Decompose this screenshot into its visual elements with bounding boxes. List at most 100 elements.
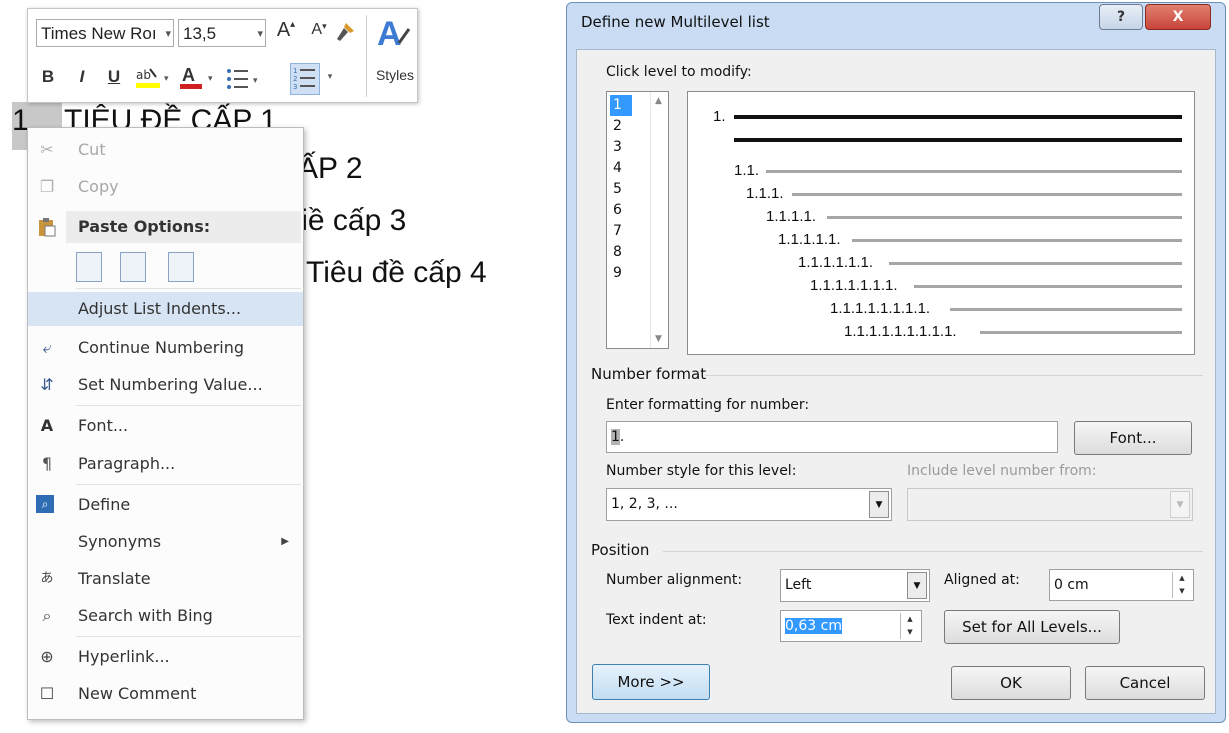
aligned-at-label: Aligned at: xyxy=(944,572,1020,588)
italic-button[interactable]: I xyxy=(72,67,92,87)
copy-icon: ❐ xyxy=(39,177,55,196)
svg-text:1: 1 xyxy=(293,67,297,75)
menu-item-cut[interactable]: ✂ Cut xyxy=(28,133,303,167)
bold-button[interactable]: B xyxy=(38,67,58,87)
paste-keep-source-icon[interactable] xyxy=(76,252,102,282)
preview-level-number: 1.1.1.1.1. xyxy=(778,231,841,248)
chevron-down-icon[interactable]: ▼ xyxy=(907,572,927,599)
level-item[interactable]: 5 xyxy=(610,179,650,200)
font-color-icon[interactable]: A ▾ xyxy=(178,63,218,93)
menu-item-define[interactable]: ⌕ Define xyxy=(28,488,303,522)
preview-level-line xyxy=(792,193,1182,196)
continue-numbering-icon: ⤶ xyxy=(42,338,52,357)
aligned-at-input[interactable]: 0 cm ▲ ▼ xyxy=(1049,569,1194,601)
level-listbox[interactable]: 123456789 ▲ ▼ xyxy=(606,91,669,349)
number-style-select[interactable]: 1, 2, 3, ... ▼ xyxy=(606,488,892,521)
spin-down-icon[interactable]: ▼ xyxy=(901,626,919,639)
menu-item-new-comment[interactable]: ☐ New Comment xyxy=(28,677,303,711)
font-button[interactable]: Font... xyxy=(1074,421,1192,455)
level-item[interactable]: 1 xyxy=(610,95,632,116)
svg-text:3: 3 xyxy=(293,83,297,91)
font-size-combo[interactable]: 13,5 ▾ xyxy=(178,19,266,47)
chevron-down-icon[interactable]: ▾ xyxy=(324,71,336,82)
click-level-label: Click level to modify: xyxy=(606,64,752,80)
level-item[interactable]: 9 xyxy=(610,263,650,284)
chevron-down-icon[interactable]: ▾ xyxy=(257,20,263,48)
heading-level-4: Tiêu đề cấp 4 xyxy=(306,256,487,289)
number-alignment-select[interactable]: Left ▼ xyxy=(780,569,930,602)
spin-up-icon[interactable]: ▲ xyxy=(901,613,919,626)
help-button[interactable]: ? xyxy=(1099,4,1143,30)
menu-item-set-numbering-value[interactable]: ⇵ Set Numbering Value... xyxy=(28,368,303,402)
menu-item-synonyms[interactable]: Synonyms ▶ xyxy=(28,525,303,559)
underline-button[interactable]: U xyxy=(104,67,124,87)
menu-item-label: Search with Bing xyxy=(78,606,213,625)
format-painter-icon[interactable] xyxy=(332,19,358,45)
magnifier-icon: ⌕ xyxy=(42,606,52,625)
svg-text:▾: ▾ xyxy=(164,74,169,84)
level-item[interactable]: 7 xyxy=(610,221,650,242)
scroll-down-icon[interactable]: ▼ xyxy=(655,334,662,344)
menu-item-label: Synonyms xyxy=(78,532,162,551)
chevron-down-icon[interactable]: ▼ xyxy=(869,491,889,518)
font-size-value: 13,5 xyxy=(183,24,217,43)
menu-item-translate[interactable]: あ Translate xyxy=(28,562,303,596)
font-name-value: Times New Roı xyxy=(41,24,157,43)
set-for-all-levels-button[interactable]: Set for All Levels... xyxy=(944,610,1120,644)
define-search-icon: ⌕ xyxy=(36,495,54,513)
text-indent-value: 0,63 cm xyxy=(785,618,842,634)
preview-level-line xyxy=(914,285,1182,288)
menu-item-label: Cut xyxy=(78,140,106,159)
highlight-color-icon[interactable]: ab ▾ xyxy=(134,63,174,93)
preview-level-1-line xyxy=(734,115,1182,119)
grow-font-button[interactable]: A▴ xyxy=(274,19,298,42)
number-style-label: Number style for this level: xyxy=(606,463,797,479)
shrink-font-button[interactable]: A▾ xyxy=(308,21,330,39)
styles-label[interactable]: Styles xyxy=(374,67,416,83)
preview-level-number: 1.1.1.1.1.1.1.1. xyxy=(830,300,931,317)
number-alignment-value: Left xyxy=(785,577,812,593)
preview-level-line xyxy=(852,239,1182,242)
level-item[interactable]: 6 xyxy=(610,200,650,221)
set-numbering-value-icon: ⇵ xyxy=(40,375,54,394)
level-list-scrollbar[interactable]: ▲ ▼ xyxy=(650,92,668,348)
level-item[interactable]: 8 xyxy=(610,242,650,263)
include-level-select[interactable]: ▼ xyxy=(907,488,1193,521)
svg-text:A: A xyxy=(377,15,402,53)
scroll-up-icon[interactable]: ▲ xyxy=(655,96,662,106)
number-format-input[interactable]: 1. xyxy=(606,421,1058,453)
cancel-button[interactable]: Cancel xyxy=(1085,666,1205,700)
menu-item-paragraph[interactable]: ¶ Paragraph... xyxy=(28,447,303,481)
bullets-icon[interactable]: ▾ xyxy=(224,65,264,93)
paste-options-header: Paste Options: xyxy=(66,211,301,243)
chevron-down-icon[interactable]: ▼ xyxy=(1170,491,1190,518)
clipboard-icon xyxy=(36,216,58,238)
level-item[interactable]: 2 xyxy=(610,116,650,137)
aligned-at-spinner[interactable]: ▲ ▼ xyxy=(1172,572,1191,598)
menu-item-label: Set Numbering Value... xyxy=(78,375,263,394)
preview-level-number: 1.1.1.1.1.1.1.1.1. xyxy=(844,323,957,340)
font-name-combo[interactable]: Times New Roı ▾ xyxy=(36,19,174,47)
numbering-icon[interactable]: 123 xyxy=(290,63,320,95)
more-button[interactable]: More >> xyxy=(592,664,710,700)
spin-down-icon[interactable]: ▼ xyxy=(1173,585,1191,598)
close-button[interactable]: X xyxy=(1145,4,1211,30)
paste-picture-icon[interactable] xyxy=(168,252,194,282)
text-indent-spinner[interactable]: ▲ ▼ xyxy=(900,613,919,639)
spin-up-icon[interactable]: ▲ xyxy=(1173,572,1191,585)
mini-toolbar: Times New Roı ▾ 13,5 ▾ A▴ A▾ A Styles B … xyxy=(27,8,418,103)
menu-item-search-with-bing[interactable]: ⌕ Search with Bing xyxy=(28,599,303,633)
level-item[interactable]: 4 xyxy=(610,158,650,179)
paste-merge-formatting-icon[interactable] xyxy=(120,252,146,282)
menu-item-adjust-list-indents[interactable]: Adjust List Indents... xyxy=(28,292,303,326)
ok-button[interactable]: OK xyxy=(951,666,1071,700)
menu-item-continue-numbering[interactable]: ⤶ Continue Numbering xyxy=(28,331,303,365)
level-item[interactable]: 3 xyxy=(610,137,650,158)
styles-icon[interactable]: A xyxy=(373,13,413,63)
menu-item-hyperlink[interactable]: ⊕ Hyperlink... xyxy=(28,640,303,674)
chevron-down-icon[interactable]: ▾ xyxy=(165,20,171,46)
menu-item-copy[interactable]: ❐ Copy xyxy=(28,170,303,204)
text-indent-input[interactable]: 0,63 cm ▲ ▼ xyxy=(780,610,922,642)
enter-formatting-label: Enter formatting for number: xyxy=(606,397,810,413)
menu-item-font[interactable]: A Font... xyxy=(28,409,303,443)
